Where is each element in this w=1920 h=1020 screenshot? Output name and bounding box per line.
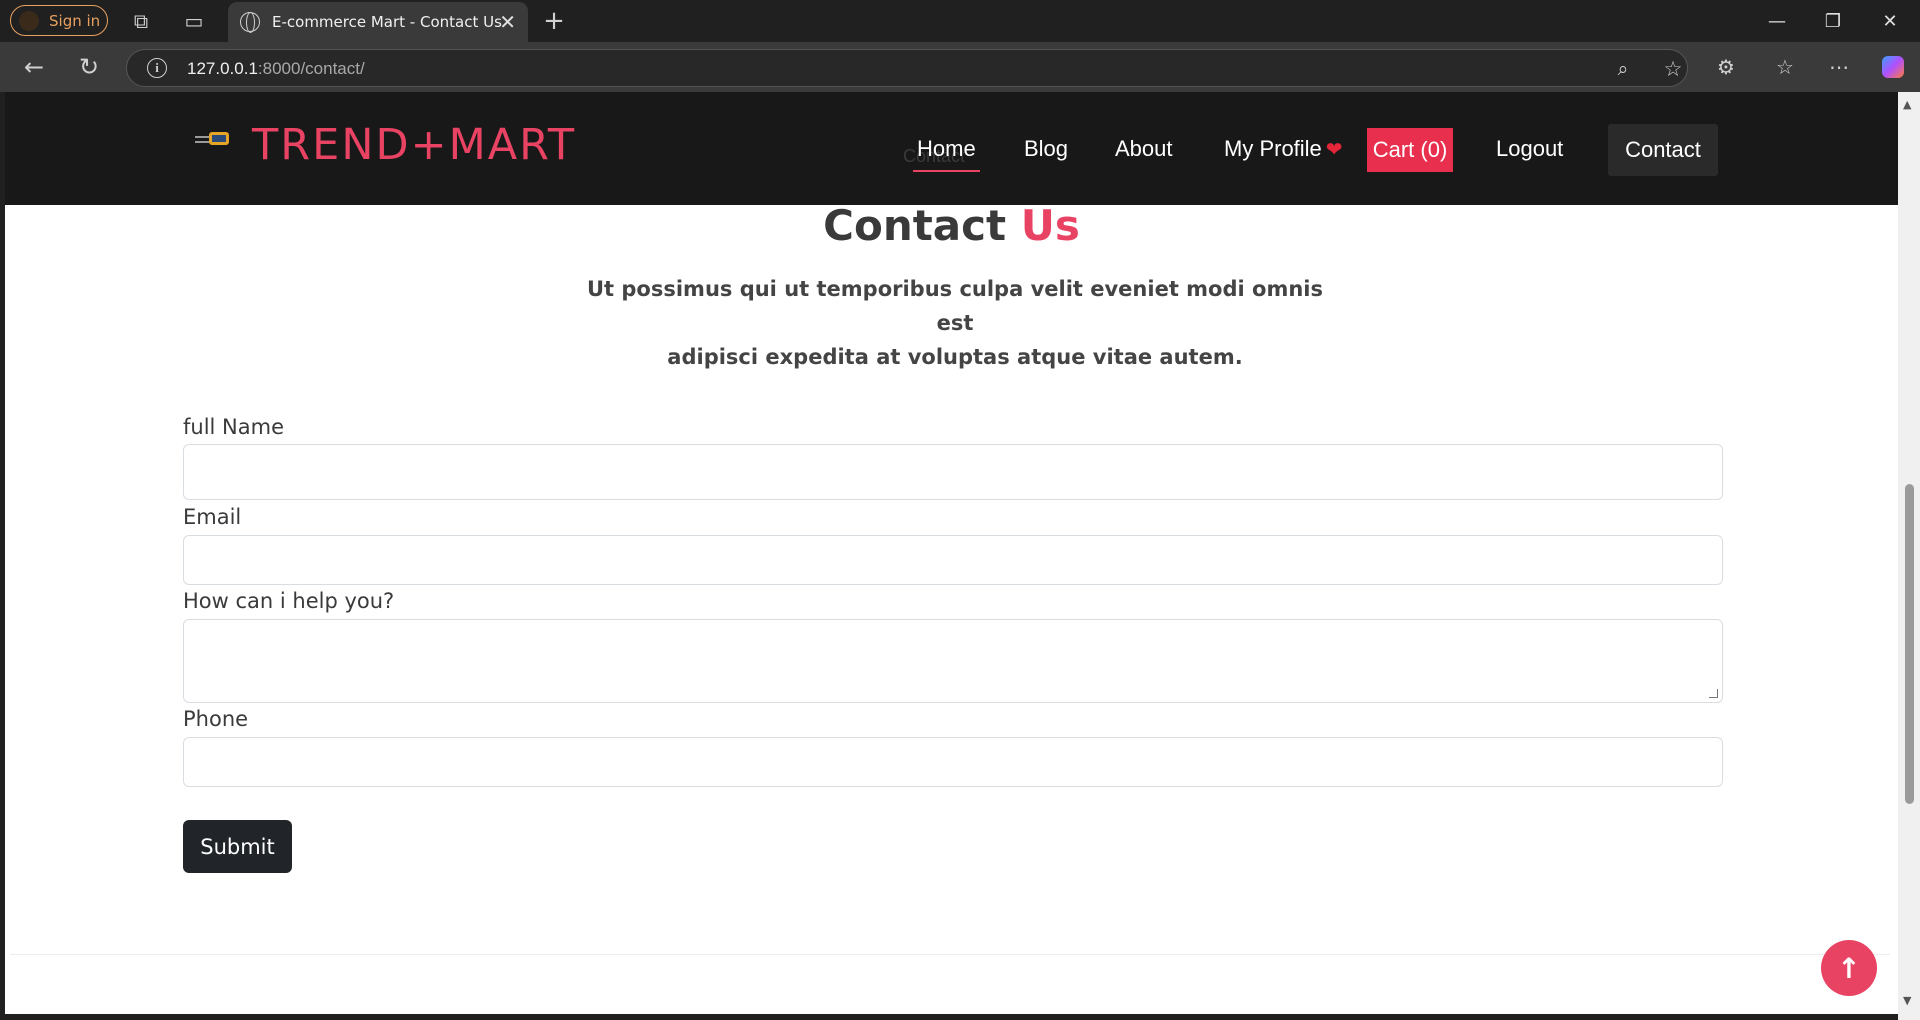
scroll-up-arrow-icon[interactable]: ▲ (1903, 98, 1911, 111)
page-title-accent: Us (1020, 201, 1080, 250)
message-label: How can i help you? (183, 589, 395, 613)
phone-field[interactable] (183, 737, 1723, 787)
sign-in-button[interactable]: Sign in (10, 5, 108, 36)
zoom-icon[interactable]: ⌕ (1607, 53, 1639, 85)
scrollbar-thumb[interactable] (1905, 484, 1914, 804)
footer-divider (10, 954, 1890, 955)
back-icon[interactable]: ← (18, 51, 50, 83)
nav-about[interactable]: About (1115, 136, 1173, 162)
name-field[interactable] (183, 444, 1723, 500)
page-title: Contact Us (5, 201, 1898, 250)
globe-icon (240, 12, 260, 33)
message-textarea[interactable] (183, 619, 1723, 703)
scroll-down-arrow-icon[interactable]: ▼ (1903, 994, 1911, 1007)
site-header: TREND+MART Contact Home Blog About My Pr… (5, 92, 1898, 205)
vertical-tabs-icon[interactable]: ▭ (178, 5, 210, 37)
url-text: 127.0.0.1:8000/contact/ (187, 59, 365, 78)
new-tab-icon[interactable]: + (538, 5, 570, 37)
scroll-to-top-button[interactable]: ↑ (1821, 940, 1877, 996)
submit-button[interactable]: Submit (183, 820, 292, 873)
favorite-star-icon[interactable]: ☆ (1657, 53, 1689, 85)
subtitle-line-1: Ut possimus qui ut temporibus culpa veli… (587, 277, 1323, 335)
logo-text[interactable]: TREND+MART (252, 120, 576, 170)
close-icon[interactable]: ✕ (499, 10, 516, 34)
nav-blog[interactable]: Blog (1024, 136, 1068, 162)
email-field[interactable] (183, 535, 1723, 585)
sign-in-label: Sign in (49, 11, 101, 30)
restore-icon[interactable]: ❐ (1813, 5, 1853, 37)
browser-address-bar: ← ↻ i 127.0.0.1:8000/contact/ ⌕ ☆ ⚙ ☆ ⋯ (0, 42, 1920, 92)
email-label: Email (183, 505, 242, 529)
profile-avatar-icon (19, 11, 39, 31)
active-tab[interactable]: E-commerce Mart - Contact Us ✕ (228, 2, 528, 42)
arrow-up-icon: ↑ (1837, 951, 1861, 985)
heart-icon: ❤ (1325, 139, 1343, 161)
more-icon[interactable]: ⋯ (1823, 51, 1855, 83)
nav-home[interactable]: Home (913, 136, 980, 172)
url-field[interactable]: i 127.0.0.1:8000/contact/ ⌕ ☆ (126, 49, 1688, 87)
copilot-icon[interactable] (1877, 51, 1909, 83)
nav-my-profile[interactable]: My Profile ❤ (1224, 136, 1343, 162)
nav-cart-button[interactable]: Cart (0) (1367, 128, 1453, 172)
nav-logout[interactable]: Logout (1496, 136, 1563, 162)
subtitle-line-2: adipisci expedita at voluptas atque vita… (667, 345, 1243, 369)
tab-title: E-commerce Mart - Contact Us (272, 13, 502, 31)
favorites-icon[interactable]: ☆ (1769, 51, 1801, 83)
name-label: full Name (183, 415, 285, 439)
logo-cart-icon[interactable] (195, 126, 235, 154)
minimize-icon[interactable]: — (1757, 5, 1797, 37)
info-icon[interactable]: i (147, 58, 167, 78)
page-viewport: TREND+MART Contact Home Blog About My Pr… (5, 92, 1898, 1014)
browser-tab-bar: Sign in ⧉ ▭ E-commerce Mart - Contact Us… (0, 0, 1920, 42)
phone-label: Phone (183, 707, 249, 731)
nav-contact[interactable]: Contact (1608, 124, 1718, 176)
nav-my-profile-label: My Profile (1224, 136, 1322, 161)
page-subtitle: Ut possimus qui ut temporibus culpa veli… (565, 272, 1345, 374)
refresh-icon[interactable]: ↻ (73, 51, 105, 83)
page-title-main: Contact (823, 201, 1007, 250)
close-window-icon[interactable]: ✕ (1870, 5, 1910, 37)
extensions-icon[interactable]: ⚙ (1710, 51, 1742, 83)
page-scrollbar[interactable]: ▲ ▼ (1898, 92, 1920, 1020)
tab-actions-icon[interactable]: ⧉ (125, 5, 157, 37)
